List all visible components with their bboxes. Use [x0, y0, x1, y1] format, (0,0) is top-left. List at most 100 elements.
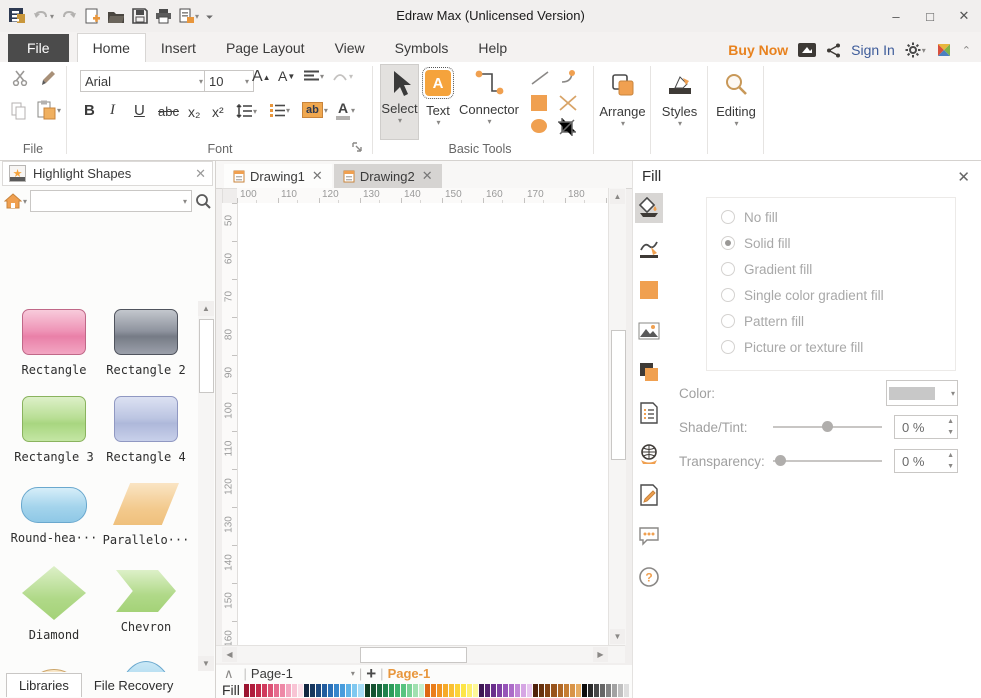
color-swatch[interactable]: [557, 683, 563, 697]
rectangle-tool-icon[interactable]: [530, 94, 548, 112]
library-close-icon[interactable]: ✕: [195, 166, 206, 182]
color-swatch[interactable]: [533, 683, 539, 697]
italic-button[interactable]: I: [110, 102, 115, 119]
select-tool-button[interactable]: Select ▾: [380, 64, 419, 140]
settings-gear-icon[interactable]: ▾: [905, 42, 926, 58]
color-swatch[interactable]: [322, 683, 328, 697]
scrollbar-thumb[interactable]: [199, 319, 214, 393]
styles-button[interactable]: Styles ▾: [652, 64, 707, 138]
color-swatch[interactable]: [388, 683, 394, 697]
close-button[interactable]: ✕: [947, 3, 981, 29]
color-swatch[interactable]: [521, 683, 527, 697]
font-dialog-launcher-icon[interactable]: [352, 142, 363, 153]
color-swatch[interactable]: [328, 683, 334, 697]
active-page-tab[interactable]: Page-1: [388, 666, 431, 681]
color-swatch[interactable]: [268, 683, 274, 697]
color-swatch[interactable]: [479, 683, 485, 697]
color-swatch[interactable]: [436, 683, 442, 697]
color-swatch[interactable]: [412, 683, 418, 697]
vertical-scrollbar[interactable]: ▲ ▼: [608, 188, 626, 645]
color-swatch[interactable]: [418, 683, 424, 697]
color-swatch[interactable]: [255, 683, 261, 697]
buy-now-link[interactable]: Buy Now: [728, 42, 788, 58]
color-swatch[interactable]: [370, 683, 376, 697]
ellipse-tool-icon[interactable]: [530, 118, 548, 134]
menu-tab[interactable]: File: [8, 34, 69, 62]
library-home-icon[interactable]: ▾: [4, 193, 27, 209]
open-button[interactable]: [107, 9, 125, 24]
scroll-down-icon[interactable]: ▼: [610, 629, 625, 644]
shape-item[interactable]: Diamond: [8, 566, 100, 655]
menu-tab[interactable]: View: [320, 34, 380, 62]
color-swatch[interactable]: [461, 683, 467, 697]
color-swatch[interactable]: [593, 683, 599, 697]
color-swatch[interactable]: [581, 683, 587, 697]
color-swatch[interactable]: [298, 683, 304, 697]
fill-option-radio[interactable]: Pattern fill: [721, 308, 955, 334]
color-swatch[interactable]: [527, 683, 533, 697]
quick-color-icon[interactable]: [635, 275, 663, 305]
share-icon[interactable]: [826, 43, 841, 58]
color-swatch[interactable]: [249, 683, 255, 697]
add-page-button[interactable]: +: [366, 664, 376, 684]
fill-option-radio[interactable]: Picture or texture fill: [721, 334, 955, 360]
minimize-button[interactable]: –: [879, 3, 913, 29]
color-swatch[interactable]: [406, 683, 412, 697]
scroll-left-icon[interactable]: ◀: [222, 647, 237, 662]
align-text-icon[interactable]: ▾: [304, 70, 324, 83]
font-size-combo[interactable]: 10 ▾: [204, 70, 254, 92]
shapes-scrollbar[interactable]: ▲ ▼: [198, 301, 214, 671]
tab-close-icon[interactable]: ✕: [312, 168, 323, 184]
shade-tint-slider[interactable]: [773, 421, 882, 432]
redo-button[interactable]: [61, 9, 77, 23]
color-swatch[interactable]: [346, 683, 352, 697]
color-swatch[interactable]: [563, 683, 569, 697]
font-color-icon[interactable]: A ▾: [336, 100, 355, 120]
shadow-icon[interactable]: [635, 357, 663, 387]
paste-icon[interactable]: ▾: [36, 100, 61, 120]
decrease-font-icon[interactable]: A ▼: [278, 68, 295, 84]
collapse-pages-icon[interactable]: ∧: [224, 666, 234, 682]
color-swatch[interactable]: [352, 683, 358, 697]
color-swatch[interactable]: [394, 683, 400, 697]
bullet-list-icon[interactable]: ▾: [270, 104, 290, 117]
color-swatch[interactable]: [509, 683, 515, 697]
panel-tab[interactable]: Libraries: [6, 673, 82, 697]
color-swatch[interactable]: [539, 683, 545, 697]
color-swatch[interactable]: [400, 683, 406, 697]
scroll-up-icon[interactable]: ▲: [198, 301, 214, 316]
color-swatch[interactable]: [605, 683, 611, 697]
community-icon[interactable]: [936, 42, 952, 58]
comment-icon[interactable]: [635, 521, 663, 551]
scrollbar-thumb[interactable]: [360, 647, 467, 663]
color-dropdown[interactable]: ▾: [886, 380, 958, 406]
editing-button[interactable]: Editing ▾: [709, 64, 763, 138]
save-button[interactable]: [132, 8, 148, 24]
hyperlink-icon[interactable]: [635, 439, 663, 469]
print-button[interactable]: [155, 8, 172, 24]
color-swatch[interactable]: [442, 683, 448, 697]
help-icon[interactable]: ?: [635, 562, 663, 592]
text-tool-button[interactable]: A Text ▾: [421, 64, 455, 138]
fill-icon[interactable]: [635, 193, 663, 223]
color-swatch[interactable]: [515, 683, 521, 697]
scroll-right-icon[interactable]: ▶: [593, 647, 608, 662]
drawing-canvas[interactable]: [238, 203, 608, 645]
color-swatch[interactable]: [503, 683, 509, 697]
color-swatch[interactable]: [316, 683, 322, 697]
search-icon[interactable]: [195, 193, 211, 209]
scroll-up-icon[interactable]: ▲: [610, 189, 625, 204]
crop-tool-icon[interactable]: [558, 118, 576, 136]
increase-font-icon[interactable]: A ▲: [252, 68, 271, 86]
snapshot-icon[interactable]: [798, 43, 817, 57]
shape-item[interactable]: Round-hea···: [8, 481, 100, 568]
color-swatch[interactable]: [292, 683, 298, 697]
connector-tool-button[interactable]: Connector ▾: [458, 64, 520, 138]
menu-tab[interactable]: Symbols: [380, 34, 464, 62]
color-swatch[interactable]: [491, 683, 497, 697]
library-section-bar[interactable]: ★ Highlight Shapes ✕: [2, 161, 213, 186]
picture-icon[interactable]: [635, 316, 663, 346]
scrollbar-thumb[interactable]: [611, 330, 626, 460]
color-swatch[interactable]: [261, 683, 268, 697]
copy-icon[interactable]: [10, 102, 28, 120]
